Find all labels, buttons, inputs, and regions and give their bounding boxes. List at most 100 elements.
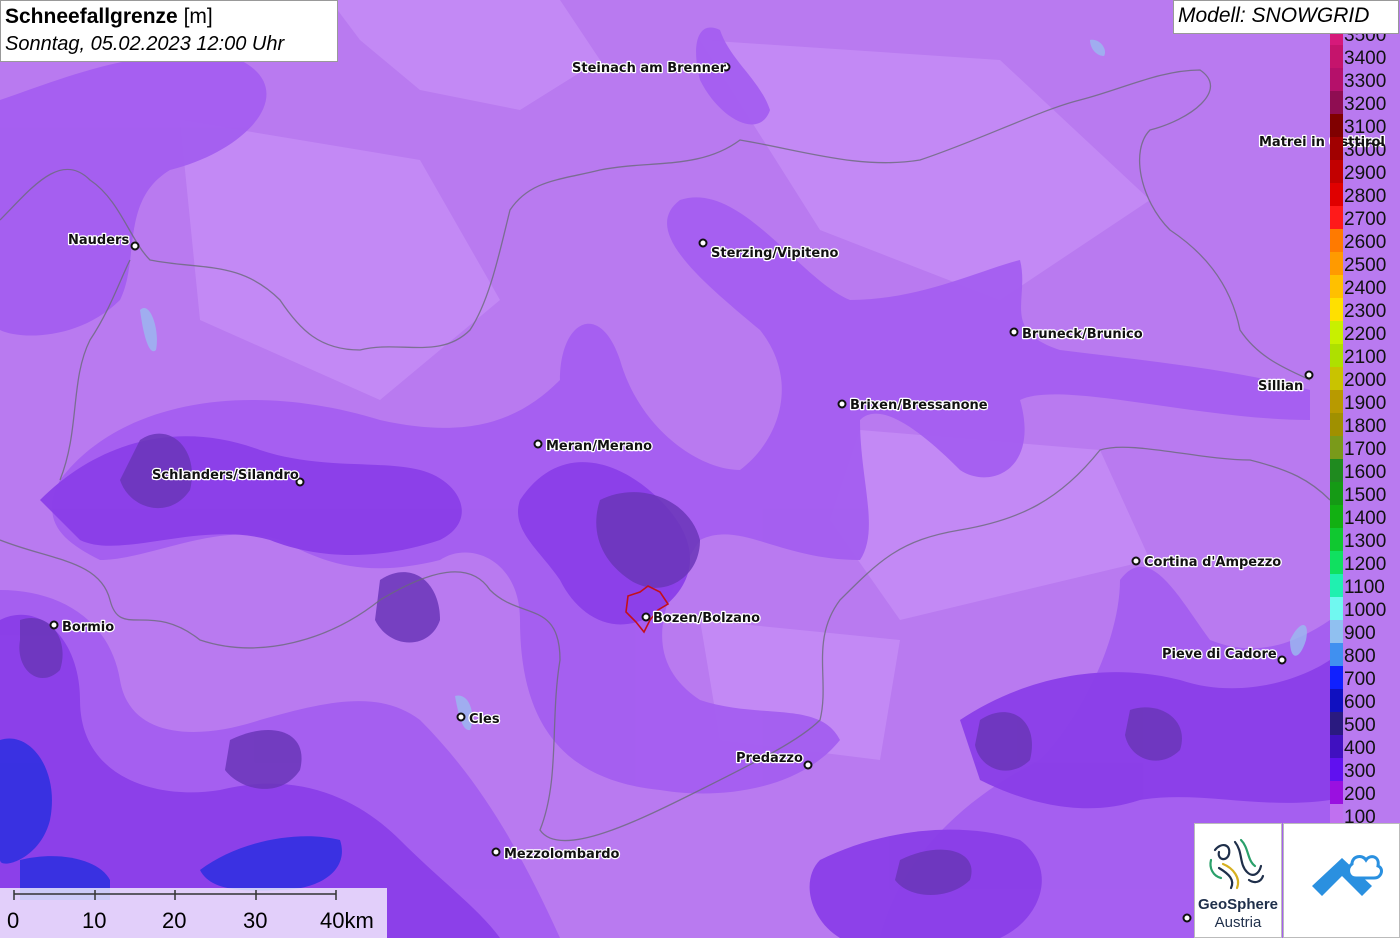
scale-label-40km: 40km: [320, 908, 374, 933]
legend-row: 1000: [1328, 597, 1400, 621]
city-label-steinach: Steinach am Brenner: [572, 61, 727, 76]
city-dot-pieve[interactable]: [1277, 655, 1287, 665]
legend-label: 3400: [1344, 48, 1387, 69]
city-dot-brixen[interactable]: [837, 399, 847, 409]
scale-label-0: 0: [7, 908, 20, 933]
legend-label: 1300: [1344, 531, 1387, 552]
model-label: Modell: SNOWGRID: [1173, 0, 1399, 34]
legend-row: 2400: [1328, 275, 1400, 299]
legend-label: 1900: [1344, 393, 1387, 414]
city-label-sillian: Sillian: [1258, 379, 1303, 394]
city-dot-unlabeled[interactable]: [1182, 913, 1192, 923]
legend-swatch: [1330, 597, 1343, 620]
legend-label: 3300: [1344, 71, 1387, 92]
legend-label: 300: [1344, 761, 1376, 782]
legend-swatch: [1330, 160, 1343, 183]
scale-bar: 0 10 20 30 40km: [0, 888, 387, 938]
legend-swatch: [1330, 321, 1343, 344]
map-title: Schneefallgrenze [m]: [5, 4, 333, 30]
legend-label: 2400: [1344, 278, 1387, 299]
legend-row: 1200: [1328, 551, 1400, 575]
city-label-predazzo: Predazzo: [736, 751, 803, 766]
legend-swatch: [1330, 528, 1343, 551]
city-dot-bruneck[interactable]: [1009, 327, 1019, 337]
geosphere-logo[interactable]: GeoSphere Austria: [1194, 823, 1282, 938]
legend-row: 2000: [1328, 367, 1400, 391]
legend-row: 2300: [1328, 298, 1400, 322]
color-legend: 3500 3400 3300 3200 3100 3000 2900 2800 2700 2600…: [1328, 34, 1400, 826]
legend-label: 1700: [1344, 439, 1387, 460]
legend-row: 1300: [1328, 528, 1400, 552]
legend-swatch: [1330, 643, 1343, 666]
geosphere-swirl-icon: [1209, 838, 1265, 890]
city-dot-mezzolombardo[interactable]: [491, 847, 501, 857]
city-dot-bozen[interactable]: [641, 612, 651, 622]
austria-logo-text: Austria: [1214, 914, 1262, 931]
legend-row: 600: [1328, 689, 1400, 713]
legend-row: 500: [1328, 712, 1400, 736]
legend-label: 2700: [1344, 209, 1387, 230]
city-dot-bormio[interactable]: [49, 620, 59, 630]
legend-row: 200: [1328, 781, 1400, 805]
legend-row: 3500: [1328, 34, 1400, 46]
legend-row: 2700: [1328, 206, 1400, 230]
legend-row: 1800: [1328, 413, 1400, 437]
city-label-meran: Meran/Merano: [546, 439, 652, 454]
legend-label: 3100: [1344, 117, 1387, 138]
city-dot-cortina[interactable]: [1131, 556, 1141, 566]
legend-swatch: [1330, 551, 1343, 574]
legend-label: 1800: [1344, 416, 1387, 437]
legend-row: 2900: [1328, 160, 1400, 184]
city-label-pieve: Pieve di Cadore: [1162, 647, 1277, 662]
legend-row: 1100: [1328, 574, 1400, 598]
scale-label-30: 30: [243, 908, 268, 933]
legend-label: 1500: [1344, 485, 1387, 506]
legend-swatch: [1330, 252, 1343, 275]
legend-label: 2300: [1344, 301, 1387, 322]
legend-swatch: [1330, 505, 1343, 528]
legend-row: 700: [1328, 666, 1400, 690]
legend-swatch: [1330, 229, 1343, 252]
legend-swatch: [1330, 367, 1343, 390]
city-dot-sillian[interactable]: [1304, 370, 1314, 380]
legend-swatch: [1330, 781, 1343, 804]
legend-swatch: [1330, 436, 1343, 459]
legend-label: 3000: [1344, 140, 1387, 161]
legend-label: 2800: [1344, 186, 1387, 207]
legend-label: 500: [1344, 715, 1376, 736]
legend-label: 900: [1344, 623, 1376, 644]
legend-row: 2200: [1328, 321, 1400, 345]
legend-label: 1000: [1344, 600, 1387, 621]
legend-row: 1500: [1328, 482, 1400, 506]
legend-row: 2100: [1328, 344, 1400, 368]
city-label-bozen: Bozen/Bolzano: [653, 611, 760, 626]
legend-label: 700: [1344, 669, 1376, 690]
city-dot-nauders[interactable]: [130, 241, 140, 251]
legend-row: 3400: [1328, 45, 1400, 69]
legend-swatch: [1330, 183, 1343, 206]
city-dot-predazzo[interactable]: [803, 760, 813, 770]
legend-row: 1900: [1328, 390, 1400, 414]
legend-row: 2600: [1328, 229, 1400, 253]
city-dot-cles[interactable]: [456, 712, 466, 722]
legend-row: 3200: [1328, 91, 1400, 115]
legend-swatch: [1330, 666, 1343, 689]
legend-swatch: [1330, 459, 1343, 482]
geosphere-logo-text: GeoSphere: [1197, 896, 1279, 913]
legend-label: 800: [1344, 646, 1376, 667]
legend-row: 3100: [1328, 114, 1400, 138]
legend-swatch: [1330, 45, 1343, 68]
city-dot-meran[interactable]: [533, 439, 543, 449]
legend-swatch: [1330, 114, 1343, 137]
legend-row: 1400: [1328, 505, 1400, 529]
snowfall-map[interactable]: Steinach am Brenner Nauders Sterzing/Vip…: [0, 0, 1400, 938]
map-date: Sonntag, 05.02.2023 12:00 Uhr: [5, 33, 285, 55]
legend-swatch: [1330, 344, 1343, 367]
city-dot-sterzing[interactable]: [698, 238, 708, 248]
app-logo[interactable]: [1283, 823, 1400, 938]
legend-swatch: [1330, 275, 1343, 298]
city-label-nauders: Nauders: [68, 233, 129, 248]
city-label-mezzolombardo: Mezzolombardo: [504, 847, 620, 862]
city-label-bormio: Bormio: [62, 620, 114, 635]
legend-label: 2500: [1344, 255, 1387, 276]
